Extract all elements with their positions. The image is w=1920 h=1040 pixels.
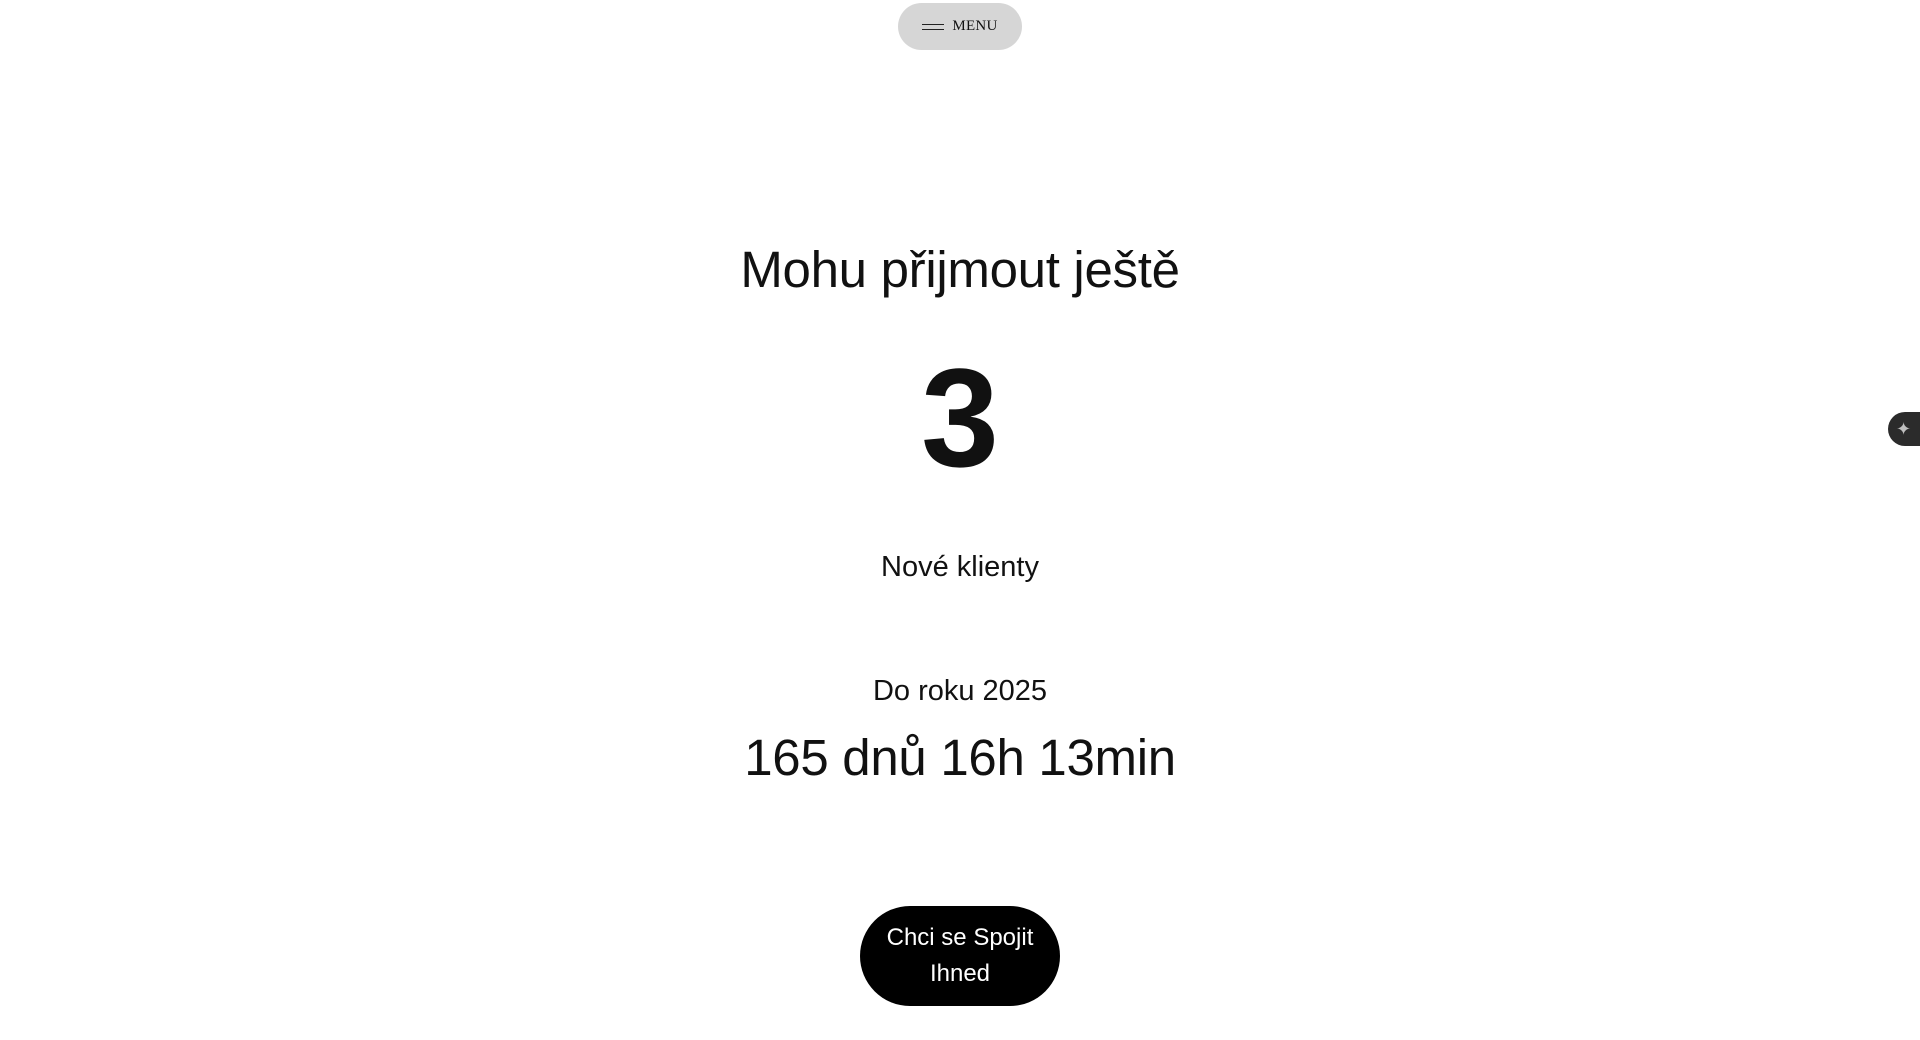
page-title: Mohu přijmout ještě: [740, 241, 1180, 298]
menu-label: MENU: [952, 18, 998, 34]
contact-now-button[interactable]: Chci se Spojit Ihned: [860, 906, 1060, 1006]
hamburger-icon: [922, 23, 945, 31]
assistant-widget-tab[interactable]: ✦: [1888, 412, 1920, 446]
countdown-timer: 165 dnů 16h 13min: [744, 729, 1176, 786]
slots-subtitle: Nové klienty: [881, 551, 1039, 583]
sparkle-icon: ✦: [1896, 419, 1912, 439]
deadline-label: Do roku 2025: [872, 675, 1048, 707]
contact-now-label: Chci se Spojit Ihned: [886, 924, 1034, 987]
available-slots-count: 3: [921, 339, 999, 496]
page: MENU Mohu přijmout ještě 3 Nové klienty …: [0, 0, 1920, 1040]
menu-button[interactable]: MENU: [898, 3, 1022, 50]
